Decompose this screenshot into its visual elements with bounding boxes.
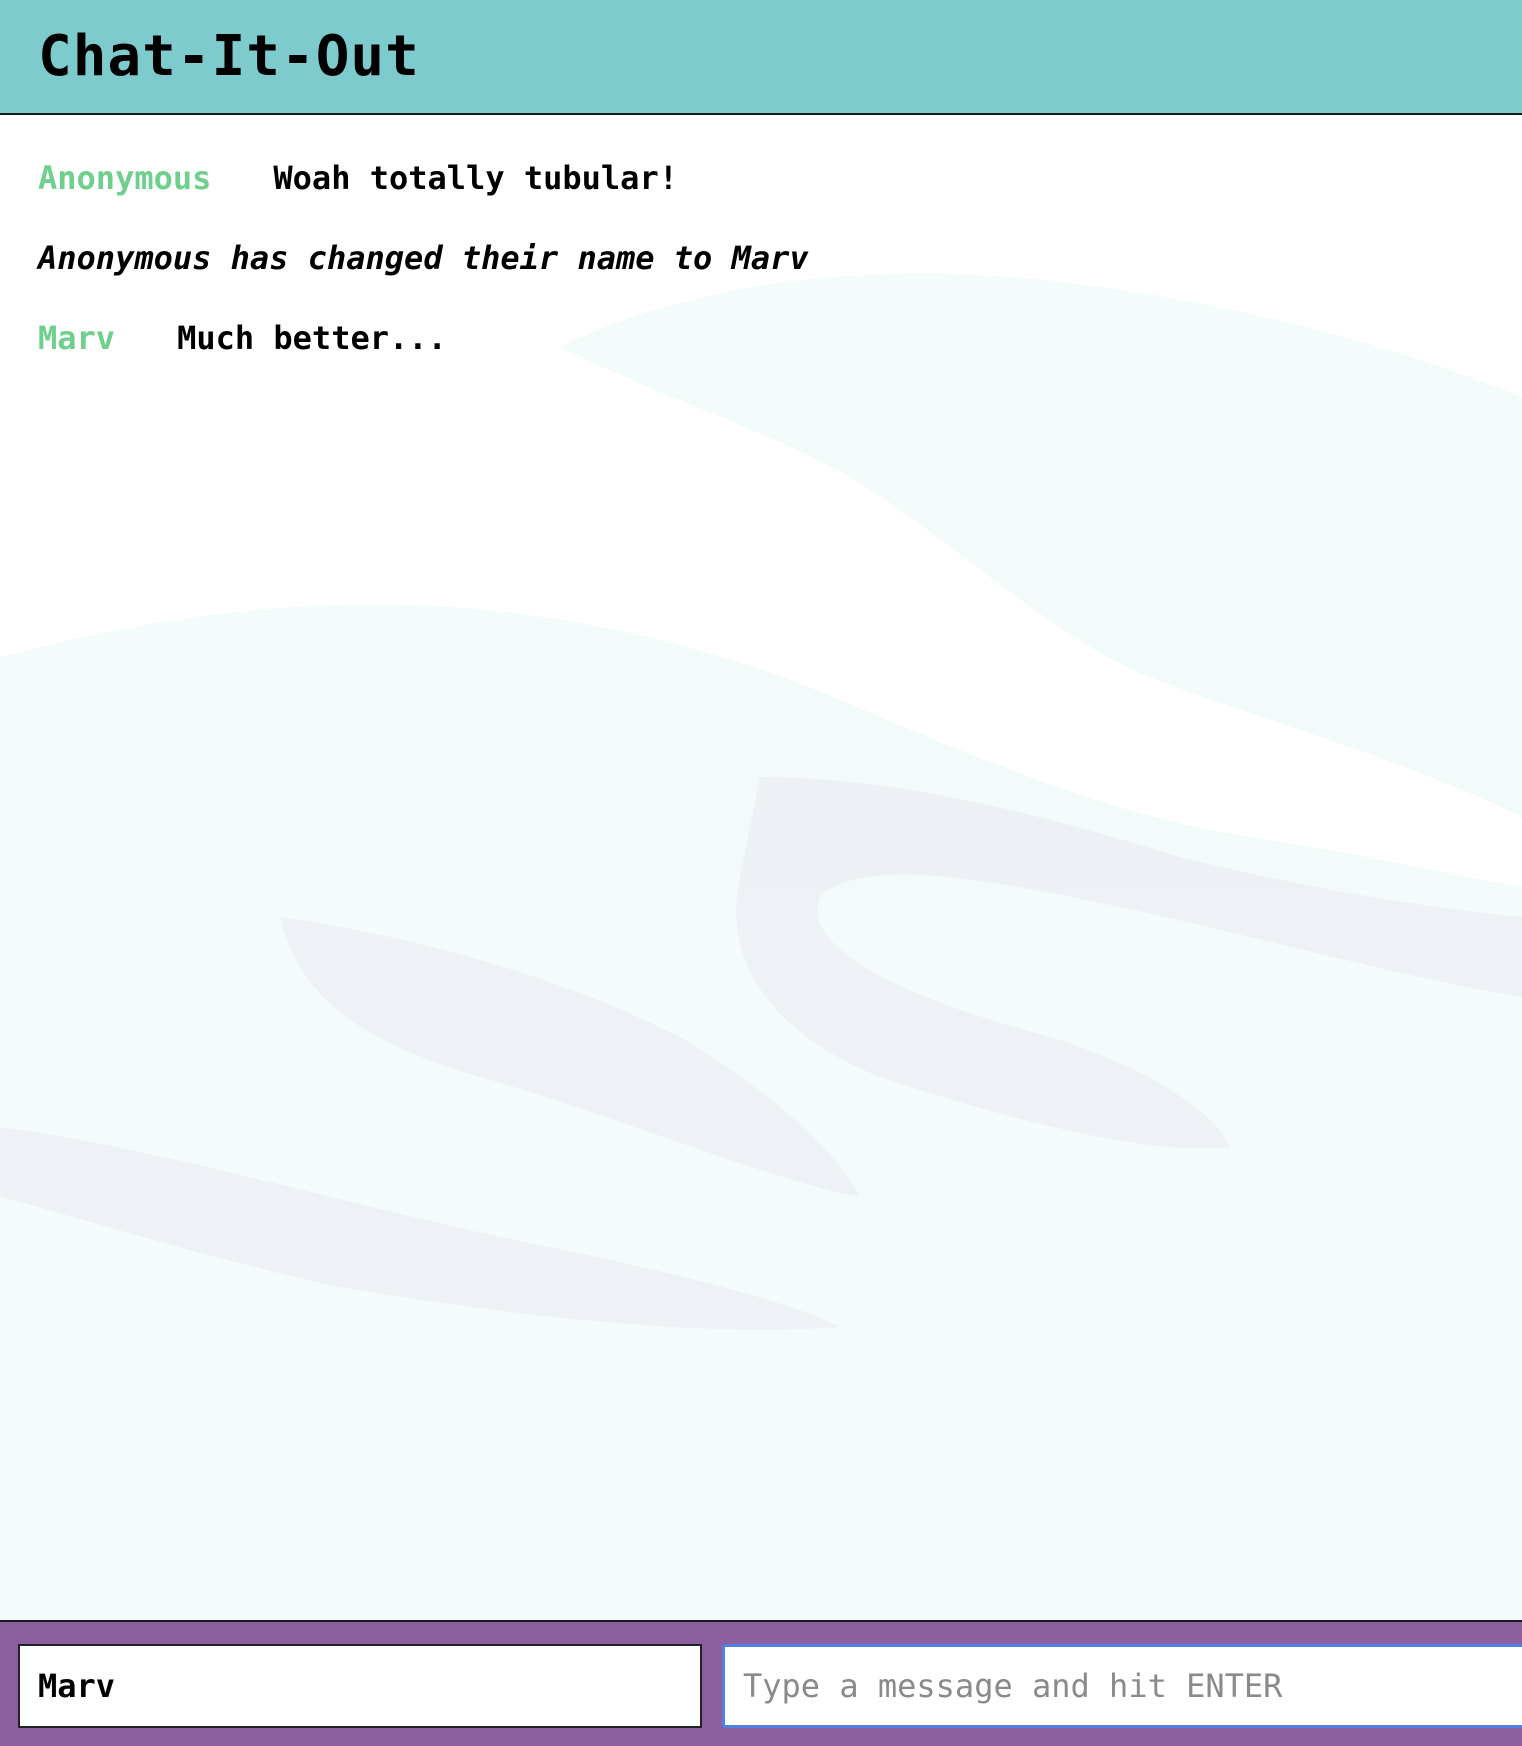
message-username: Marv bbox=[38, 319, 116, 357]
message-text: Woah totally tubular! bbox=[273, 159, 678, 197]
message-text: Much better... bbox=[177, 319, 447, 357]
app-header: Chat-It-Out bbox=[0, 0, 1522, 115]
chat-message: Marv Much better... bbox=[38, 317, 1484, 397]
system-message-text: Anonymous has changed their name to Marv bbox=[38, 239, 809, 277]
message-list: Anonymous Woah totally tubular! Anonymou… bbox=[38, 157, 1484, 397]
chat-message: Anonymous Woah totally tubular! bbox=[38, 157, 1484, 237]
system-message: Anonymous has changed their name to Marv bbox=[38, 237, 1484, 317]
chat-footer bbox=[0, 1620, 1522, 1746]
message-input[interactable] bbox=[722, 1644, 1522, 1728]
chat-area[interactable]: Anonymous Woah totally tubular! Anonymou… bbox=[0, 117, 1522, 1620]
app-title: Chat-It-Out bbox=[38, 24, 420, 89]
username-input[interactable] bbox=[18, 1644, 702, 1728]
message-username: Anonymous bbox=[38, 159, 212, 197]
